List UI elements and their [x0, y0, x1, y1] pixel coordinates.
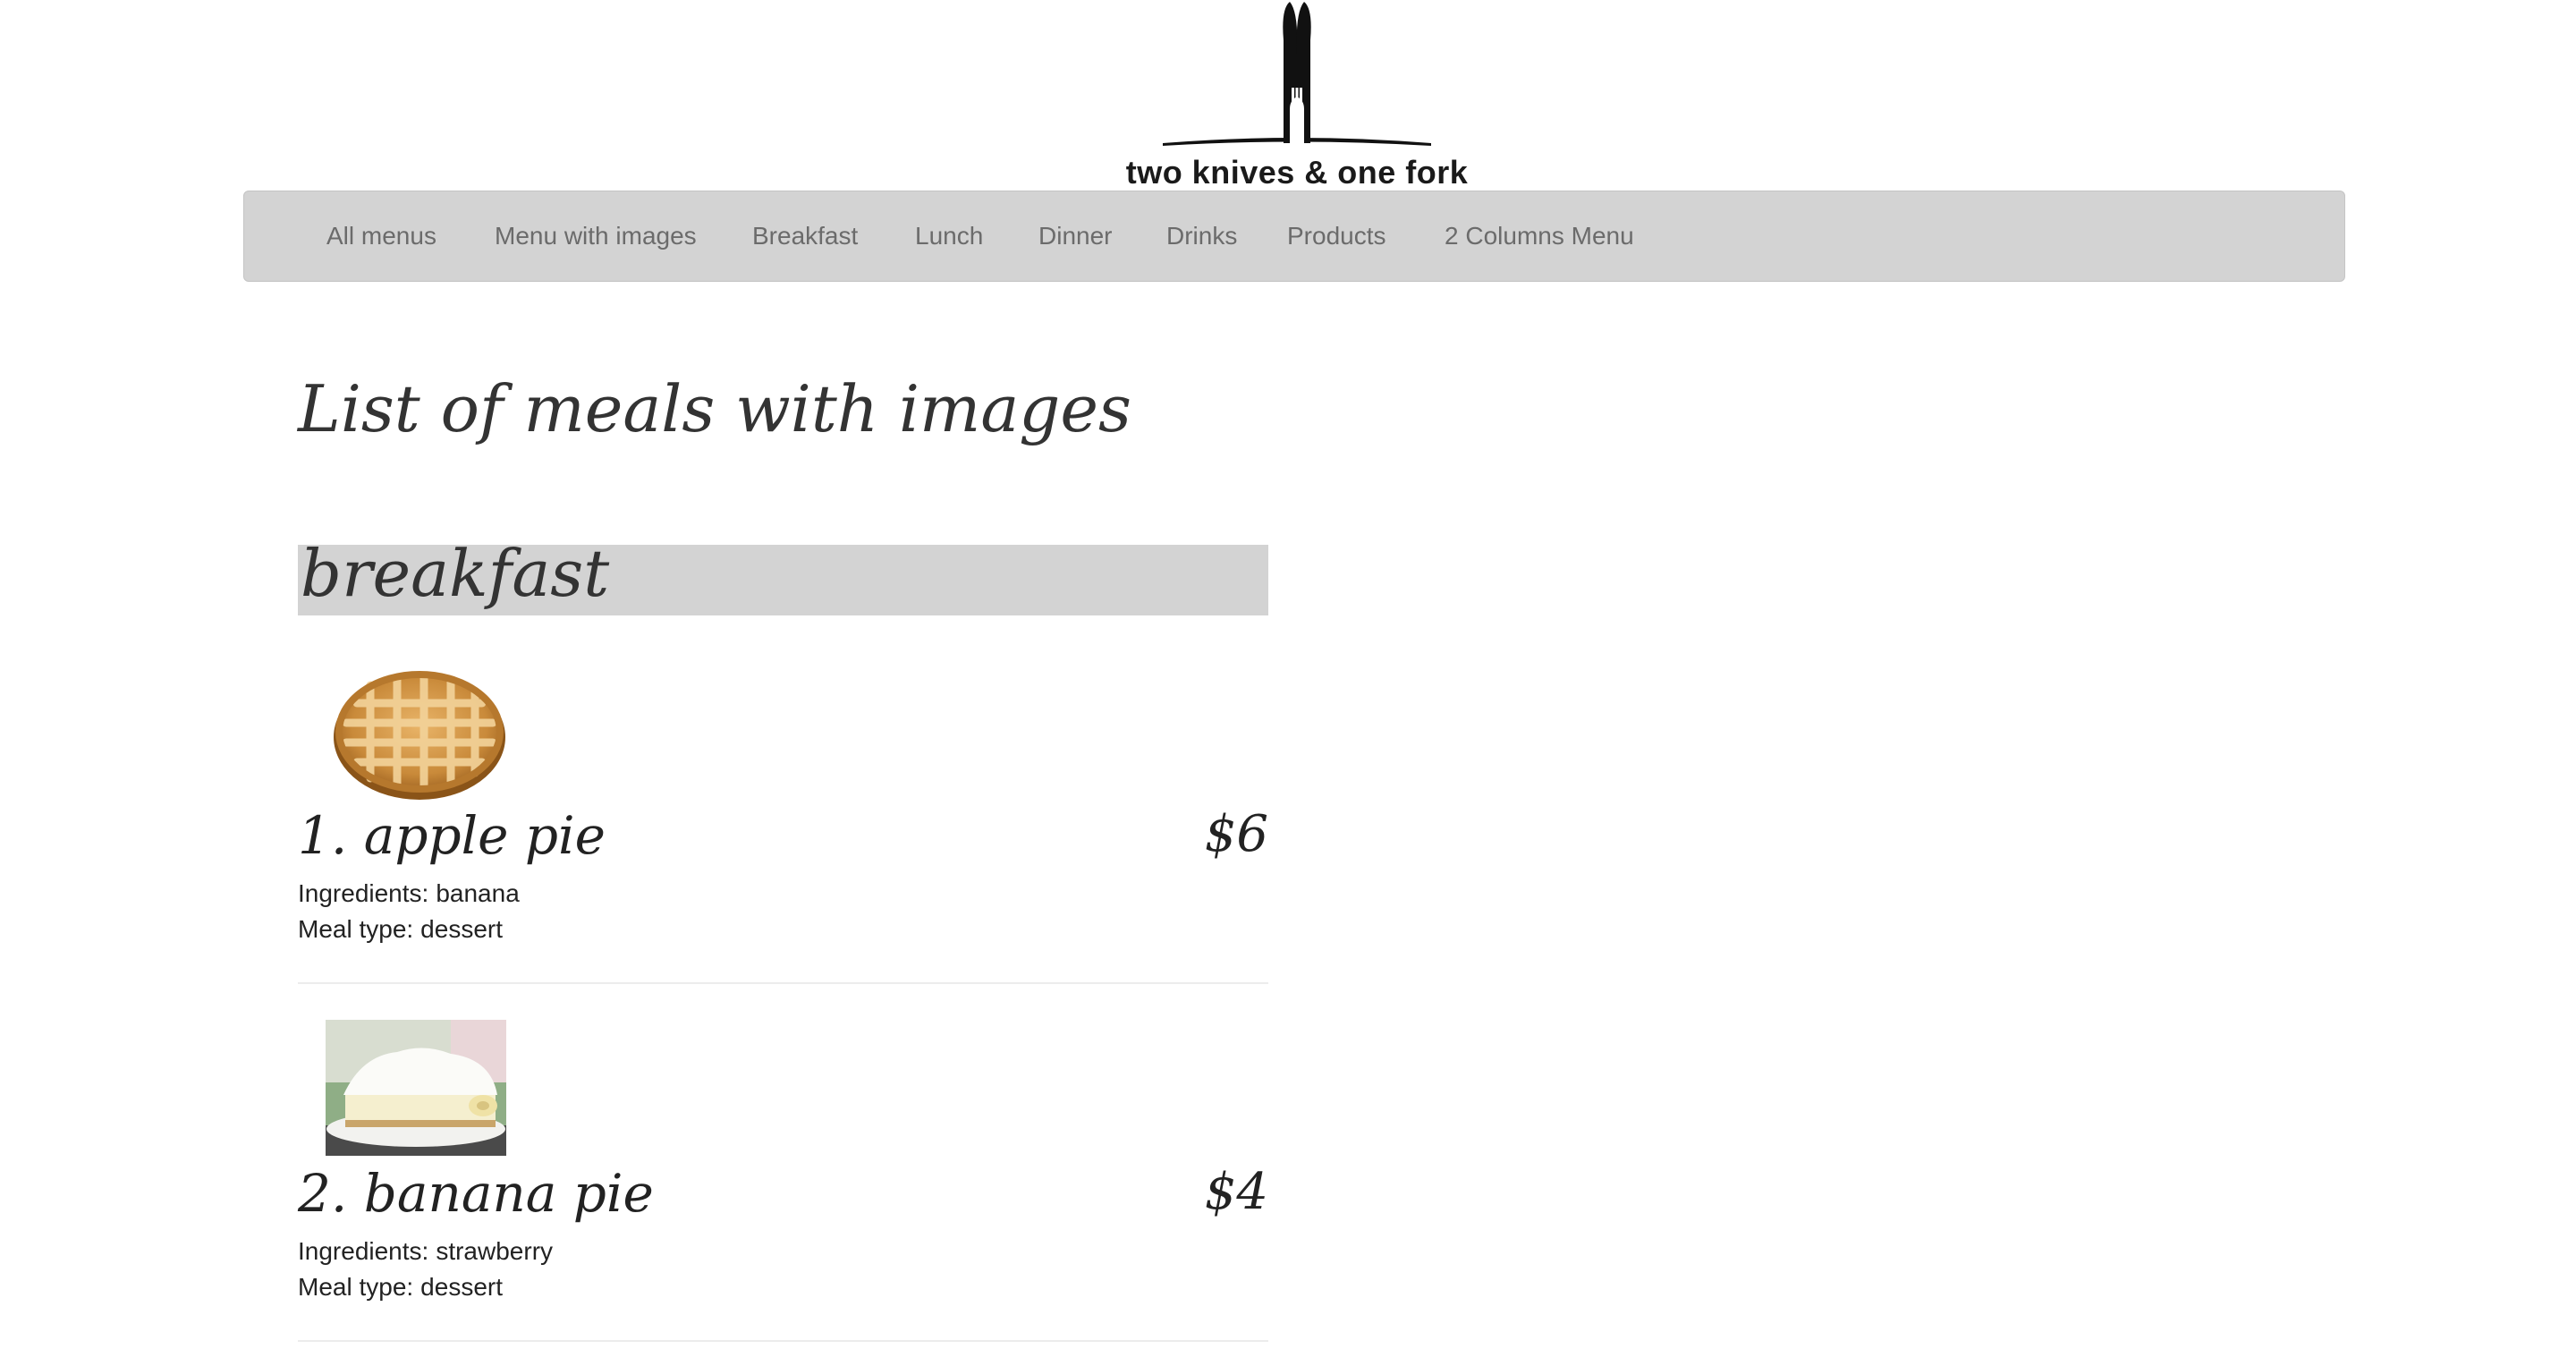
meal-type: Meal type: dessert — [298, 915, 503, 944]
meal-divider — [298, 1340, 1268, 1342]
meal-item-banana-pie: 2. banana pie $4 Ingredients: strawberry … — [298, 1020, 1268, 1342]
logo-text: two knives & one fork — [1125, 154, 1469, 191]
banana-pie-image — [326, 1020, 506, 1156]
meal-price: $6 — [1204, 805, 1268, 863]
meal-type-value: dessert — [420, 1273, 503, 1301]
meal-ingredients: Ingredients: banana — [298, 879, 520, 908]
section-title: breakfast — [301, 536, 610, 611]
nav-item-drinks[interactable]: Drinks — [1166, 191, 1237, 281]
meal-name: 1. apple pie — [298, 805, 606, 866]
nav-item-products[interactable]: Products — [1287, 191, 1386, 281]
meal-name: 2. banana pie — [298, 1163, 654, 1224]
ingredients-value: strawberry — [436, 1237, 554, 1265]
nav-item-dinner[interactable]: Dinner — [1038, 191, 1112, 281]
nav-item-lunch[interactable]: Lunch — [915, 191, 983, 281]
meal-price: $4 — [1204, 1163, 1268, 1221]
meal-type-label: Meal type: — [298, 915, 414, 943]
nav-item-all-menus[interactable]: All menus — [326, 191, 436, 281]
section-header-breakfast: breakfast — [298, 536, 1268, 615]
meal-item-apple-pie: 1. apple pie $6 Ingredients: banana Meal … — [298, 662, 1268, 984]
meal-type-label: Meal type: — [298, 1273, 414, 1301]
site-logo[interactable]: two knives & one fork — [1109, 0, 1485, 192]
apple-pie-image — [334, 671, 505, 800]
knives-fork-logo-icon — [1163, 2, 1431, 146]
nav-item-2-columns-menu[interactable]: 2 Columns Menu — [1445, 191, 1634, 281]
page: two knives & one fork All menus Menu wit… — [0, 0, 2576, 1349]
main-navbar: All menus Menu with images Breakfast Lun… — [243, 191, 2345, 282]
meal-ingredients: Ingredients: strawberry — [298, 1237, 553, 1266]
ingredients-label: Ingredients: — [298, 879, 429, 907]
ingredients-label: Ingredients: — [298, 1237, 429, 1265]
meal-type-value: dessert — [420, 915, 503, 943]
meal-type: Meal type: dessert — [298, 1273, 503, 1302]
meal-divider — [298, 982, 1268, 984]
nav-item-menu-with-images[interactable]: Menu with images — [495, 191, 697, 281]
page-title: List of meals with images — [298, 371, 1131, 446]
nav-item-breakfast[interactable]: Breakfast — [752, 191, 858, 281]
ingredients-value: banana — [436, 879, 520, 907]
